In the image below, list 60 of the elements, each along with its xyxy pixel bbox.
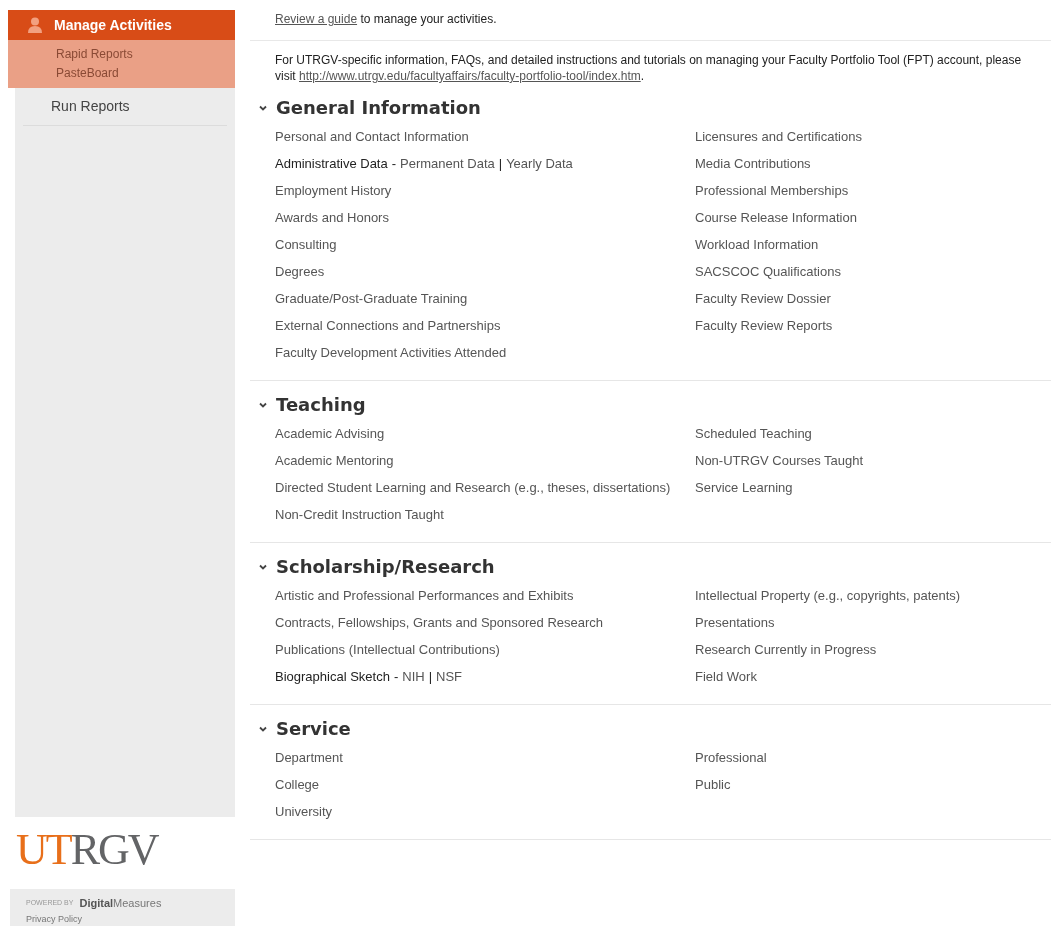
privacy-policy-link[interactable]: Privacy Policy	[26, 914, 235, 924]
activity-link[interactable]: Consulting	[275, 231, 337, 258]
activity-link[interactable]: Workload Information	[695, 231, 819, 258]
activity-link[interactable]: Professional	[695, 744, 767, 771]
activity-link[interactable]: Graduate/Post-Graduate Training	[275, 285, 468, 312]
activity-link[interactable]: Degrees	[275, 258, 325, 285]
intro-text: Review a guide to manage your activities.	[275, 11, 498, 28]
activity-link[interactable]: Academic Advising	[275, 420, 385, 447]
section-heading[interactable]: Service	[276, 715, 351, 742]
activity-link[interactable]: Licensures and Certifications	[695, 123, 862, 150]
activity-link[interactable]: Faculty Development Activities Attended	[275, 339, 507, 366]
activity-link[interactable]: Faculty Review Dossier	[695, 285, 831, 312]
section-heading[interactable]: General Information	[276, 94, 481, 121]
dash-separator: -	[393, 668, 399, 686]
activity-link[interactable]: Media Contributions	[695, 150, 811, 177]
pipe-separator: |	[428, 668, 433, 686]
vendor-logo: DigitalMeasures	[79, 895, 162, 911]
activity-link[interactable]: Yearly Data	[506, 150, 573, 177]
activity-link[interactable]: Research Currently in Progress	[695, 636, 877, 663]
activity-link[interactable]: Artistic and Professional Performances and Exhibits	[275, 582, 574, 609]
pipe-separator: |	[498, 155, 503, 173]
activity-link[interactable]: Contracts, Fellowships, Grants and Sponsored Research	[275, 609, 604, 636]
activity-link[interactable]: Service Learning	[695, 474, 793, 501]
activity-link[interactable]: Department	[275, 744, 343, 771]
activity-link[interactable]: Employment History	[275, 177, 392, 204]
activity-link[interactable]: Public	[695, 771, 731, 798]
activity-link[interactable]: External Connections and Partnerships	[275, 312, 501, 339]
activity-link[interactable]: Publications (Intellectual Contributions)	[275, 636, 500, 663]
activity-link[interactable]: University	[275, 798, 333, 825]
activity-link[interactable]: Faculty Review Reports	[695, 312, 833, 339]
activity-link[interactable]: Awards and Honors	[275, 204, 389, 231]
portfolio-url-link[interactable]: http://www.utrgv.edu/facultyaffairs/faculty-portfolio-tool/index.htm	[299, 69, 641, 83]
activity-link[interactable]: Permanent Data	[400, 150, 495, 177]
activity-link[interactable]: Course Release Information	[695, 204, 857, 231]
activity-label: Administrative Data	[275, 155, 388, 173]
activity-link[interactable]: NSF	[436, 663, 463, 690]
activity-link[interactable]: Intellectual Property (e.g., copyrights, patents)	[695, 582, 961, 609]
activity-link[interactable]: Personal and Contact Information	[275, 123, 469, 150]
activity-link[interactable]: Directed Student Learning and Research (e.g., theses, dissertations)	[275, 474, 671, 501]
activity-link[interactable]: Scheduled Teaching	[695, 420, 812, 447]
activity-link[interactable]: Academic Mentoring	[275, 447, 394, 474]
activity-link[interactable]: NIH	[402, 663, 425, 690]
section-heading[interactable]: Teaching	[276, 391, 366, 418]
activity-link[interactable]: Presentations	[695, 609, 775, 636]
section-heading[interactable]: Scholarship/Research	[276, 553, 495, 580]
dash-separator: -	[391, 155, 397, 173]
nav-item[interactable]: Run Reports	[23, 88, 227, 125]
notice-text: For UTRGV-specific information, FAQs, and detailed instructions and tutorials on managing your Faculty Portfolio Tool (FPT) account, please visit http://www.utrgv.edu/facultyaffairs/faculty-portfolio-tool/index.htm.	[275, 52, 1023, 84]
activity-link[interactable]: Non-Credit Instruction Taught	[275, 501, 444, 528]
nav-item[interactable]: Manage Activities	[8, 10, 235, 40]
activity-link[interactable]: Non-UTRGV Courses Taught	[695, 447, 864, 474]
activity-link[interactable]: Field Work	[695, 663, 757, 690]
nav-label: Manage Activities	[54, 15, 172, 35]
activity-link[interactable]: Professional Memberships	[695, 177, 849, 204]
university-logo: UTRGV	[15, 823, 160, 876]
activity-link[interactable]: SACSCOC Qualifications	[695, 258, 841, 285]
activity-link[interactable]: College	[275, 771, 320, 798]
person-icon	[28, 17, 42, 33]
guide-link[interactable]: Review a guide	[275, 12, 358, 26]
activity-label: Biographical Sketch	[275, 668, 390, 686]
